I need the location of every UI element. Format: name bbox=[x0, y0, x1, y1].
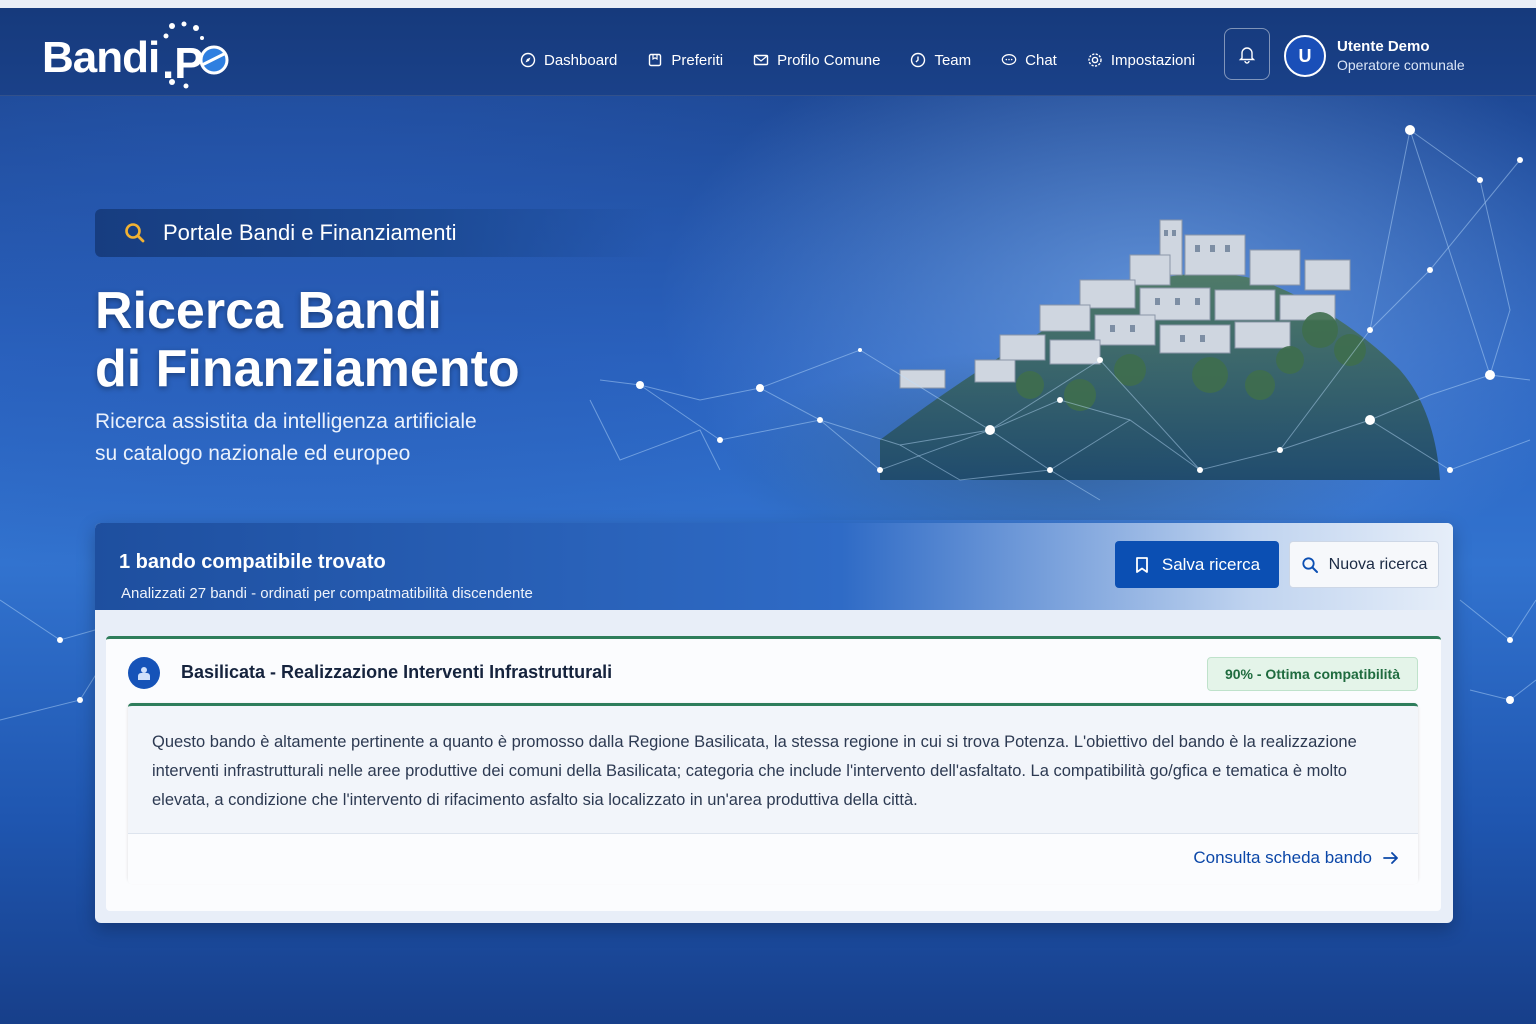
view-bando-label: Consulta scheda bando bbox=[1193, 848, 1372, 867]
notifications-button[interactable] bbox=[1224, 28, 1270, 80]
nav-dashboard-label: Dashboard bbox=[544, 51, 618, 69]
nav-chat-label: Chat bbox=[1025, 51, 1057, 69]
bell-icon bbox=[1238, 47, 1256, 64]
nav-dashboard[interactable]: Dashboard bbox=[520, 48, 617, 72]
nav-team[interactable]: Team bbox=[910, 48, 971, 72]
nav-team-label: Team bbox=[934, 51, 972, 69]
page-subtitle-line-1: Ricerca assistita da intelligenza artifi… bbox=[95, 410, 477, 433]
view-bando-link[interactable]: Consulta scheda bando bbox=[1193, 848, 1400, 868]
top-navbar: Bandi .P Dashboard Preferiti Profilo Com… bbox=[0, 8, 1536, 96]
clock-icon bbox=[910, 52, 926, 68]
result-card: Basilicata - Realizzazione Interventi In… bbox=[106, 636, 1441, 911]
nav-preferiti-label: Preferiti bbox=[671, 51, 724, 69]
gear-icon bbox=[1087, 52, 1103, 68]
region-icon bbox=[128, 657, 160, 689]
compatibility-badge: 90% - Ottima compatibilità bbox=[1207, 657, 1418, 691]
svg-text:.P: .P bbox=[162, 39, 204, 88]
result-footer: Consulta scheda bando bbox=[128, 833, 1418, 884]
nav-profilo-comune-label: Profilo Comune bbox=[777, 51, 881, 69]
logo-text: Bandi bbox=[42, 33, 160, 82]
nav-impostazioni-label: Impostazioni bbox=[1110, 51, 1196, 69]
mail-icon bbox=[753, 52, 769, 68]
page-title: Ricerca Bandi di Finanziamento bbox=[95, 282, 520, 398]
logo-ai-mark-icon: .P bbox=[162, 21, 229, 89]
nav-chat[interactable]: Chat bbox=[1001, 48, 1057, 72]
hilltop-town-image bbox=[880, 219, 1440, 480]
avatar[interactable]: U bbox=[1284, 35, 1326, 77]
portal-label-text: Portale Bandi e Finanziamenti bbox=[163, 220, 457, 245]
result-description-box: Questo bando è altamente pertinente a qu… bbox=[128, 703, 1418, 884]
portal-label: Portale Bandi e Finanziamenti bbox=[95, 209, 655, 257]
user-name[interactable]: Utente Demo bbox=[1337, 38, 1430, 55]
top-border bbox=[0, 0, 1536, 8]
new-search-label: Nuova ricerca bbox=[1328, 555, 1428, 573]
user-role: Operatore comunale bbox=[1337, 57, 1465, 73]
nav-preferiti[interactable]: Preferiti bbox=[647, 48, 723, 72]
page-title-line-1: Ricerca Bandi bbox=[95, 282, 442, 340]
nav-profilo-comune[interactable]: Profilo Comune bbox=[753, 48, 880, 72]
page-subtitle-line-2: su catalogo nazionale ed europeo bbox=[95, 442, 411, 465]
bookmark-icon bbox=[647, 52, 663, 68]
search-icon bbox=[1302, 556, 1318, 573]
search-icon bbox=[125, 223, 145, 243]
main-nav: Dashboard Preferiti Profilo Comune Team … bbox=[520, 48, 1225, 72]
bookmark-icon bbox=[1135, 556, 1148, 573]
results-count: 1 bando compatibile trovato bbox=[119, 551, 386, 573]
arrow-right-icon bbox=[1383, 852, 1398, 864]
results-panel: 1 bando compatibile trovato Analizzati 2… bbox=[95, 523, 1453, 923]
new-search-button[interactable]: Nuova ricerca bbox=[1289, 541, 1439, 588]
results-summary: Analizzati 27 bandi - ordinati per compa… bbox=[121, 585, 533, 602]
compass-icon bbox=[520, 52, 536, 68]
brand-logo[interactable]: Bandi .P bbox=[42, 21, 229, 89]
page-subtitle: Ricerca assistita da intelligenza artifi… bbox=[95, 406, 477, 470]
result-title[interactable]: Basilicata - Realizzazione Interventi In… bbox=[181, 662, 612, 683]
nav-impostazioni[interactable]: Impostazioni bbox=[1087, 48, 1195, 72]
results-header: 1 bando compatibile trovato Analizzati 2… bbox=[95, 523, 1453, 610]
page-title-line-2: di Finanziamento bbox=[95, 340, 520, 398]
save-search-label: Salva ricerca bbox=[1161, 554, 1261, 574]
result-description: Questo bando è altamente pertinente a qu… bbox=[152, 733, 1357, 809]
save-search-button[interactable]: Salva ricerca bbox=[1115, 541, 1279, 588]
chat-icon bbox=[1001, 52, 1017, 68]
